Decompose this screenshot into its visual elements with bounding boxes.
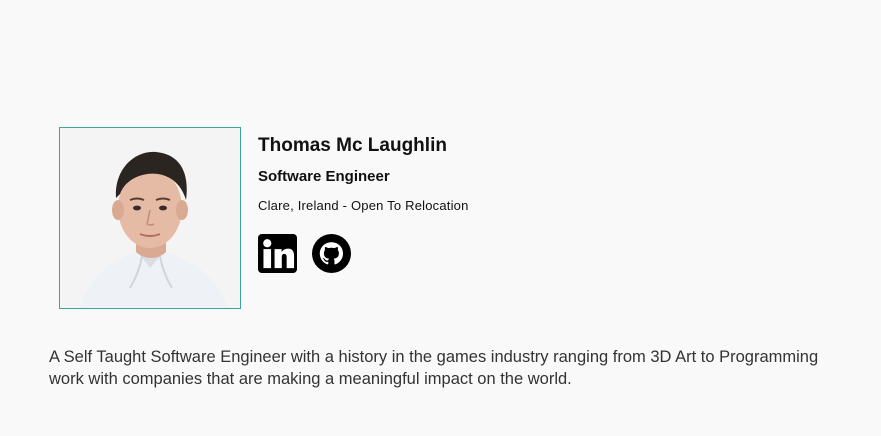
avatar-image <box>60 128 240 308</box>
profile-location: Clare, Ireland - Open To Relocation <box>258 198 469 213</box>
profile-role: Software Engineer <box>258 168 390 185</box>
bio-line-2: work with companies that are making a me… <box>49 370 572 388</box>
profile-name: Thomas Mc Laughlin <box>258 135 447 156</box>
bio-text: A Self Taught Software Engineer with a h… <box>49 346 881 390</box>
social-links <box>258 234 469 273</box>
profile-info: Thomas Mc Laughlin Software Engineer Cla… <box>258 127 469 273</box>
linkedin-link[interactable] <box>258 234 297 273</box>
portfolio-page: Thomas Mc Laughlin Software Engineer Cla… <box>0 0 881 436</box>
linkedin-icon <box>258 234 297 273</box>
github-icon <box>312 234 351 273</box>
github-link[interactable] <box>312 234 351 273</box>
profile-card: Thomas Mc Laughlin Software Engineer Cla… <box>59 127 469 309</box>
profile-photo <box>59 127 241 309</box>
bio-line-1: A Self Taught Software Engineer with a h… <box>49 348 819 366</box>
